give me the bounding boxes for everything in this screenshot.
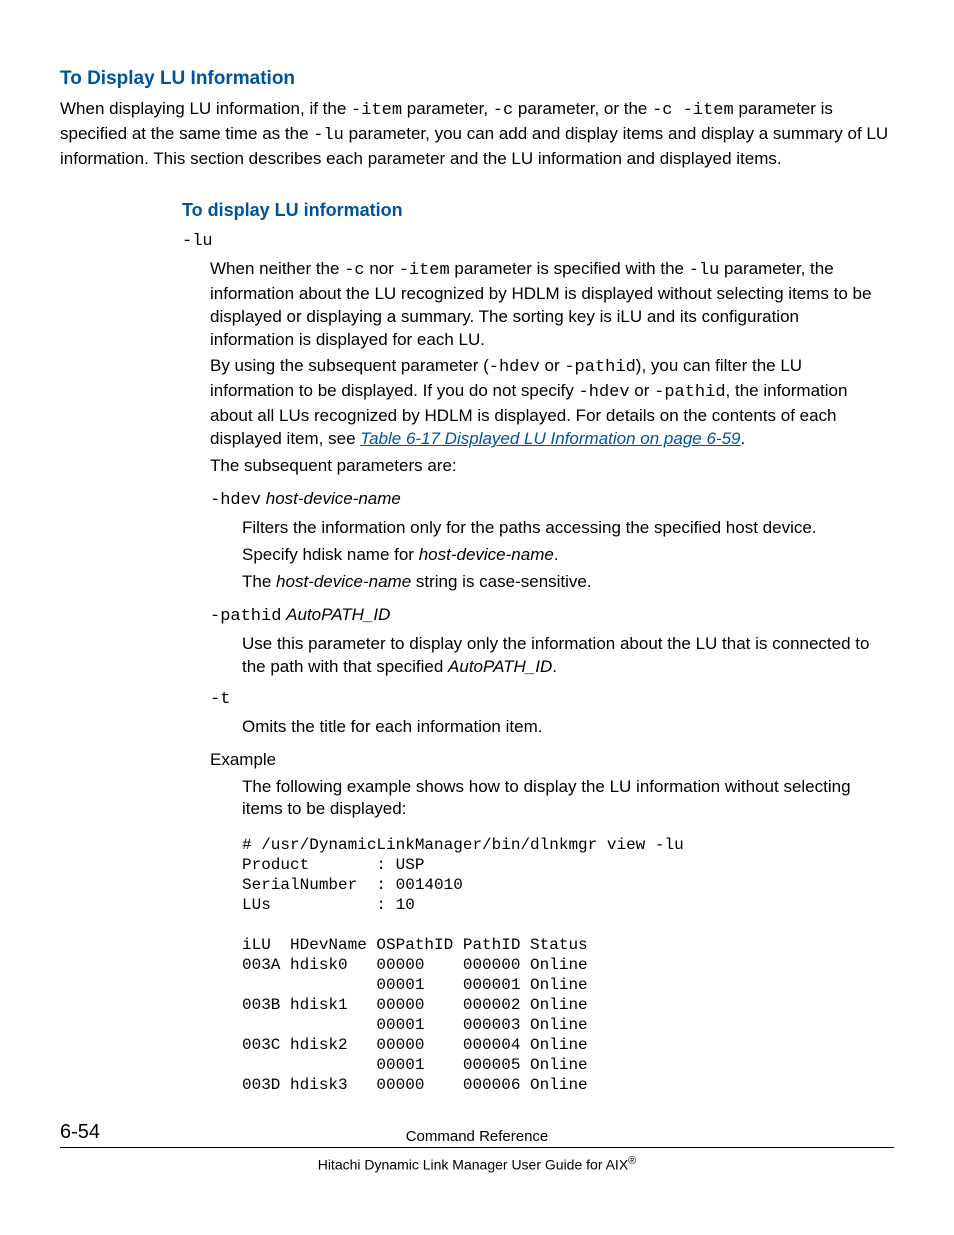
code-inline: -lu xyxy=(313,126,344,145)
text: nor xyxy=(365,259,399,278)
lu-paragraph-1: When neither the -c nor -item parameter … xyxy=(210,258,882,352)
page-footer: 6-54 Command Reference Hitachi Dynamic L… xyxy=(60,1125,894,1175)
text: The xyxy=(242,572,276,591)
text: string is case-sensitive. xyxy=(411,572,591,591)
param-pathid: -pathid AutoPATH_ID xyxy=(210,604,882,629)
footer-doc-title: Hitachi Dynamic Link Manager User Guide … xyxy=(60,1154,894,1175)
code-inline: -lu xyxy=(689,261,720,280)
text: . xyxy=(740,429,745,448)
example-desc: The following example shows how to displ… xyxy=(242,776,882,822)
text: or xyxy=(540,356,565,375)
text: parameter is specified with the xyxy=(450,259,689,278)
text: By using the subsequent parameter ( xyxy=(210,356,489,375)
arg: AutoPATH_ID xyxy=(286,605,390,624)
hdev-line-1: Filters the information only for the pat… xyxy=(242,517,882,540)
code-inline: -c xyxy=(493,101,513,120)
text: . xyxy=(552,657,557,676)
lu-paragraph-3: The subsequent parameters are: xyxy=(210,455,882,478)
code-inline: -hdev xyxy=(489,358,540,377)
text: When neither the xyxy=(210,259,344,278)
text: When displaying LU information, if the xyxy=(60,99,351,118)
code-inline: -hdev xyxy=(579,383,630,402)
arg: AutoPATH_ID xyxy=(448,657,552,676)
hdev-line-2: Specify hdisk name for host-device-name. xyxy=(242,544,882,567)
code-inline: -item xyxy=(399,261,450,280)
hdev-line-3: The host-device-name string is case-sens… xyxy=(242,571,882,594)
heading-sub: To display LU information xyxy=(182,198,894,222)
page-content: To Display LU Information When displayin… xyxy=(0,0,954,1095)
text: Hitachi Dynamic Link Manager User Guide … xyxy=(318,1157,628,1173)
code-inline: -pathid xyxy=(210,607,281,626)
code-inline: -item xyxy=(351,101,402,120)
text: . xyxy=(554,545,559,564)
text: parameter, or the xyxy=(513,99,652,118)
example-label: Example xyxy=(210,749,882,772)
param-lu: -lu xyxy=(182,231,894,254)
t-line-1: Omits the title for each information ite… xyxy=(242,716,882,739)
param-hdev: -hdev host-device-name xyxy=(210,488,882,513)
code-inline: -c -item xyxy=(652,101,734,120)
example-code-block: # /usr/DynamicLinkManager/bin/dlnkmgr vi… xyxy=(242,835,894,1095)
text: Specify hdisk name for xyxy=(242,545,419,564)
intro-paragraph: When displaying LU information, if the -… xyxy=(60,98,894,171)
text: parameter, xyxy=(402,99,493,118)
code-inline: -c xyxy=(344,261,364,280)
table-link[interactable]: Table 6-17 Displayed LU Information on p… xyxy=(360,429,740,448)
code-inline: -pathid xyxy=(564,358,635,377)
page-number: 6-54 xyxy=(60,1119,100,1146)
arg: host-device-name xyxy=(419,545,554,564)
code-inline: -pathid xyxy=(654,383,725,402)
text: or xyxy=(630,381,655,400)
arg: host-device-name xyxy=(266,489,401,508)
heading-main: To Display LU Information xyxy=(60,66,894,92)
param-t: -t xyxy=(210,689,882,712)
arg: host-device-name xyxy=(276,572,411,591)
lu-paragraph-2: By using the subsequent parameter (-hdev… xyxy=(210,355,882,451)
registered-icon: ® xyxy=(628,1155,636,1167)
footer-section: Command Reference xyxy=(60,1127,894,1147)
code-inline: -hdev xyxy=(210,491,261,510)
pathid-line-1: Use this parameter to display only the i… xyxy=(242,633,882,679)
